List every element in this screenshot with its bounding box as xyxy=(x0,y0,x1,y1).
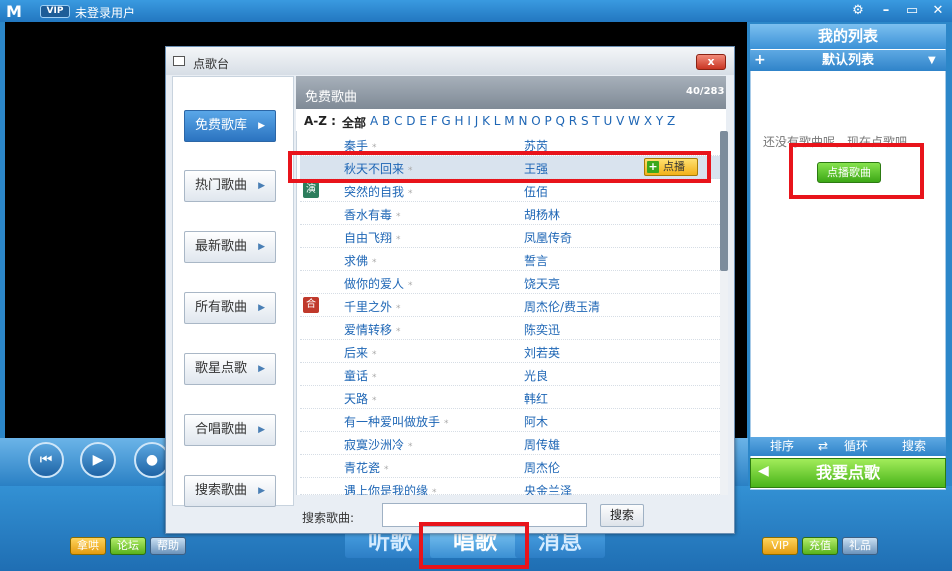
song-artist[interactable]: 凤凰传奇 xyxy=(524,229,572,246)
song-artist[interactable]: 央金兰泽 xyxy=(524,482,572,495)
song-title[interactable]: 遇上你是我的缘 * xyxy=(344,482,437,495)
vip-button[interactable]: VIP xyxy=(762,537,798,555)
song-title[interactable]: 童话 * xyxy=(344,367,377,384)
sidebar-item-label: 最新歌曲 xyxy=(195,239,248,254)
az-label: A-Z : xyxy=(304,114,336,128)
add-list-button[interactable]: + xyxy=(754,50,766,71)
song-title[interactable]: 寂寞沙洲冷 * xyxy=(344,436,413,453)
search-button[interactable]: 搜索 xyxy=(600,504,644,527)
sidebar-item-free-library[interactable]: 免费歌库 ▶ xyxy=(184,110,276,142)
chevron-down-icon[interactable]: ▼ xyxy=(928,50,936,71)
song-title[interactable]: 千里之外 * xyxy=(344,298,401,315)
window-icon xyxy=(173,56,185,66)
dialog-title-bar xyxy=(166,47,734,75)
song-artist[interactable]: 周杰伦 xyxy=(524,459,560,476)
song-title[interactable]: 突然的自我 * xyxy=(344,183,413,200)
song-title[interactable]: 爱情转移 * xyxy=(344,321,401,338)
song-title[interactable]: 香水有毒 * xyxy=(344,206,401,223)
song-artist[interactable]: 光良 xyxy=(524,367,548,384)
song-artist[interactable]: 伍佰 xyxy=(524,183,548,200)
chevron-right-icon: ▶ xyxy=(258,486,265,496)
highlight-play-button xyxy=(789,143,924,199)
my-list-title: 我的列表 xyxy=(750,24,946,49)
help-button[interactable]: 帮助 xyxy=(150,537,186,555)
duet-badge: 合 xyxy=(303,297,319,313)
sidebar-item-label: 免费歌库 xyxy=(195,118,248,133)
vip-badge[interactable]: VIP xyxy=(40,5,70,18)
chevron-right-icon: ▶ xyxy=(258,121,265,131)
play-icon[interactable]: ▶ xyxy=(80,442,116,478)
scrollbar-thumb[interactable] xyxy=(720,131,728,271)
want-song-button[interactable]: 我要点歌 xyxy=(750,458,946,488)
title-bar xyxy=(0,0,952,22)
song-title[interactable]: 有一种爱叫做放手 * xyxy=(344,413,449,430)
search-label: 搜索歌曲: xyxy=(302,511,355,525)
chevron-right-icon: ▶ xyxy=(258,425,265,435)
song-artist[interactable]: 誓言 xyxy=(524,252,548,269)
song-title[interactable]: 自由飞翔 * xyxy=(344,229,401,246)
song-title[interactable]: 求佛 * xyxy=(344,252,377,269)
chevron-right-icon: ▶ xyxy=(258,364,265,374)
gear-icon[interactable]: ⚙ xyxy=(848,2,868,19)
chevron-right-icon: ▶ xyxy=(258,181,265,191)
chevron-right-icon: ▶ xyxy=(258,303,265,313)
song-artist[interactable]: 周杰伦/费玉清 xyxy=(524,298,600,315)
song-artist[interactable]: 陈奕迅 xyxy=(524,321,560,338)
sidebar-item-new[interactable]: 最新歌曲 ▶ xyxy=(184,231,276,263)
sidebar-item-all[interactable]: 所有歌曲 ▶ xyxy=(184,292,276,324)
sidebar-item-search[interactable]: 搜索歌曲 ▶ xyxy=(184,475,276,507)
song-artist[interactable]: 阿木 xyxy=(524,413,548,430)
song-title[interactable]: 天路 * xyxy=(344,390,377,407)
recharge-button[interactable]: 充值 xyxy=(802,537,838,555)
highlight-sing-tab xyxy=(419,522,529,569)
loop-button[interactable]: 循环 xyxy=(844,437,868,456)
sidebar-item-label: 热门歌曲 xyxy=(195,178,248,193)
sidebar-item-duet[interactable]: 合唱歌曲 ▶ xyxy=(184,414,276,446)
song-artist[interactable]: 周传雄 xyxy=(524,436,560,453)
user-status[interactable]: 未登录用户 xyxy=(75,4,135,21)
sidebar-item-label: 所有歌曲 xyxy=(195,300,248,315)
maximize-icon[interactable]: ▭ xyxy=(902,2,922,19)
song-artist[interactable]: 韩红 xyxy=(524,390,548,407)
sidebar-item-label: 搜索歌曲 xyxy=(195,483,248,498)
song-title[interactable]: 后来 * xyxy=(344,344,377,361)
song-list-title: 免费歌曲 xyxy=(305,90,358,105)
song-artist[interactable]: 刘若英 xyxy=(524,344,560,361)
forum-button[interactable]: 论坛 xyxy=(110,537,146,555)
song-artist[interactable]: 胡杨林 xyxy=(524,206,560,223)
app-logo: M xyxy=(6,2,22,21)
minimize-icon[interactable]: – xyxy=(876,2,896,19)
bottom-left-button-1[interactable]: 拿哄 xyxy=(70,537,106,555)
highlight-selected-song xyxy=(288,151,711,183)
sidebar-item-hot[interactable]: 热门歌曲 ▶ xyxy=(184,170,276,202)
song-list-header xyxy=(296,76,726,109)
close-icon[interactable]: ✕ xyxy=(928,2,948,19)
rewind-icon[interactable]: ⏮ xyxy=(28,442,64,478)
play-arrow-icon: ◀ xyxy=(758,463,769,479)
song-title[interactable]: 青花瓷 * xyxy=(344,459,389,476)
dialog-close-button[interactable]: x xyxy=(696,54,726,70)
search-list-button[interactable]: 搜索 xyxy=(902,437,926,456)
sort-button[interactable]: 排序 xyxy=(770,437,794,456)
my-list-panel xyxy=(750,24,946,490)
loop-icon[interactable]: ⇄ xyxy=(818,437,828,456)
sidebar-item-label: 歌星点歌 xyxy=(195,361,248,376)
song-title[interactable]: 做你的爱人 * xyxy=(344,275,413,292)
chevron-right-icon: ▶ xyxy=(258,242,265,252)
gift-button[interactable]: 礼品 xyxy=(842,537,878,555)
performance-badge: 演 xyxy=(303,182,319,198)
az-all-filter[interactable]: 全部 xyxy=(342,114,366,131)
dialog-title: 点歌台 xyxy=(193,57,230,71)
song-count: 40/283 xyxy=(686,86,725,97)
sidebar-item-singer[interactable]: 歌星点歌 ▶ xyxy=(184,353,276,385)
sidebar-item-label: 合唱歌曲 xyxy=(195,422,248,437)
list-selector[interactable]: 默认列表 xyxy=(750,50,946,71)
song-artist[interactable]: 饶天亮 xyxy=(524,275,560,292)
az-letter-filters[interactable]: A B C D E F G H I J K L M N O P Q R S T … xyxy=(370,114,675,128)
